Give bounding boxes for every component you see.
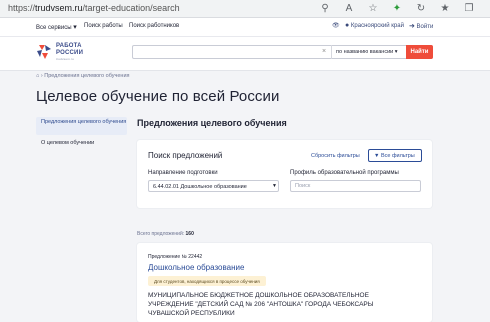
extension-icon[interactable]: ✦ <box>390 2 404 16</box>
zoom-icon[interactable]: ⚲ <box>318 2 332 16</box>
all-services-label: Все сервисы <box>36 25 72 31</box>
top-navigation: Все сервисы ▾ Поиск работы Поиск работни… <box>0 18 490 37</box>
url-domain: trudvsem.ru <box>35 3 83 13</box>
location-pin-icon: ● <box>345 22 350 29</box>
collections-icon[interactable]: ❐ <box>462 2 476 16</box>
url-text[interactable]: https://trudvsem.ru/target-education/sea… <box>8 3 180 13</box>
offer-number: Предложение № 22442 <box>148 254 203 260</box>
reload-icon[interactable]: ↻ <box>414 2 428 16</box>
total-value: 160 <box>185 231 194 237</box>
direction-label: Направление подготовки <box>148 170 218 176</box>
login-label: Войти <box>416 24 434 30</box>
offer-status-badge: Для студентов, находящихся в процессе об… <box>148 276 266 286</box>
region-selector[interactable]: ● Красноярский край <box>345 22 404 29</box>
logo-icon[interactable] <box>36 44 52 60</box>
sidebar-item-about[interactable]: О целевом обучении <box>41 140 94 146</box>
sidebar-item-offers[interactable]: Предложения целевого обучения <box>36 117 127 135</box>
search-card-title: Поиск предложений <box>148 151 223 160</box>
organization-line-1: МУНИЦИПАЛЬНОЕ БЮДЖЕТНОЕ ДОШКОЛЬНОЕ ОБРАЗ… <box>148 292 369 299</box>
home-icon[interactable]: ⌂ <box>36 73 39 79</box>
page-title: Целевое обучение по всей России <box>36 88 280 105</box>
profile-label: Профиль образовательной программы <box>290 170 399 176</box>
favorites-icon[interactable]: ★ <box>438 2 452 16</box>
logo-line-1: РАБОТА <box>56 43 82 49</box>
job-search-link[interactable]: Поиск работы <box>84 23 123 29</box>
url-path: /target-education/search <box>82 3 180 13</box>
clear-icon[interactable]: × <box>322 48 326 55</box>
breadcrumb-current: Предложения целевого обучения <box>44 73 130 79</box>
breadcrumb: ⌂ › Предложения целевого обучения <box>36 73 130 79</box>
logo-subtitle: trudvsem.ru <box>56 57 75 61</box>
section-title: Предложения целевого обучения <box>137 118 287 128</box>
offer-organization: МУНИЦИПАЛЬНОЕ БЮДЖЕТНОЕ ДОШКОЛЬНОЕ ОБРАЗ… <box>148 291 418 318</box>
search-mode-label: по названию вакансии <box>336 49 394 55</box>
accessibility-icon[interactable]: 👁 <box>332 22 340 29</box>
total-count: Всего предложений: 160 <box>137 231 194 237</box>
chevron-down-icon: ▾ <box>73 24 77 31</box>
url-prefix: https:// <box>8 3 36 13</box>
organization-line-2: УЧРЕЖДЕНИЕ "ДЕТСКИЙ САД № 206 "АНТОШКА" … <box>148 301 374 308</box>
logo-text[interactable]: РАБОТА РОССИИ trudvsem.ru <box>56 43 83 63</box>
filter-icon: ▼ <box>374 153 380 159</box>
all-filters-label: Все фильтры <box>380 153 415 159</box>
login-link[interactable]: ➜ Войти <box>409 22 433 30</box>
all-filters-button[interactable]: ▼ Все фильтры <box>368 149 422 162</box>
offer-title-link[interactable]: Дошкольное образование <box>148 263 244 272</box>
search-mode-select[interactable]: по названию вакансии ▾ <box>331 45 406 59</box>
profile-search-input[interactable] <box>290 180 421 192</box>
total-label: Всего предложений: <box>137 231 185 237</box>
login-icon: ➜ <box>409 23 415 30</box>
organization-line-3: ЧУВАШСКОЙ РЕСПУБЛИКИ <box>148 310 235 317</box>
region-label: Красноярский край <box>350 23 404 29</box>
chevron-down-icon[interactable]: ▼ <box>272 183 277 189</box>
search-button[interactable]: Найти <box>406 45 433 59</box>
address-bar[interactable]: https://trudvsem.ru/target-education/sea… <box>0 0 326 18</box>
all-services-menu[interactable]: Все сервисы ▾ <box>36 23 77 31</box>
chevron-down-icon: ▾ <box>394 49 398 55</box>
worker-search-link[interactable]: Поиск работников <box>129 23 179 29</box>
direction-select[interactable]: 6.44.02.01 Дошкольное образование <box>148 180 279 192</box>
read-aloud-icon[interactable]: A <box>342 2 356 16</box>
favorite-star-icon[interactable]: ☆ <box>366 2 380 16</box>
vacancy-search-input[interactable] <box>133 46 329 58</box>
reset-filters-link[interactable]: Сбросить фильтры <box>311 153 360 159</box>
